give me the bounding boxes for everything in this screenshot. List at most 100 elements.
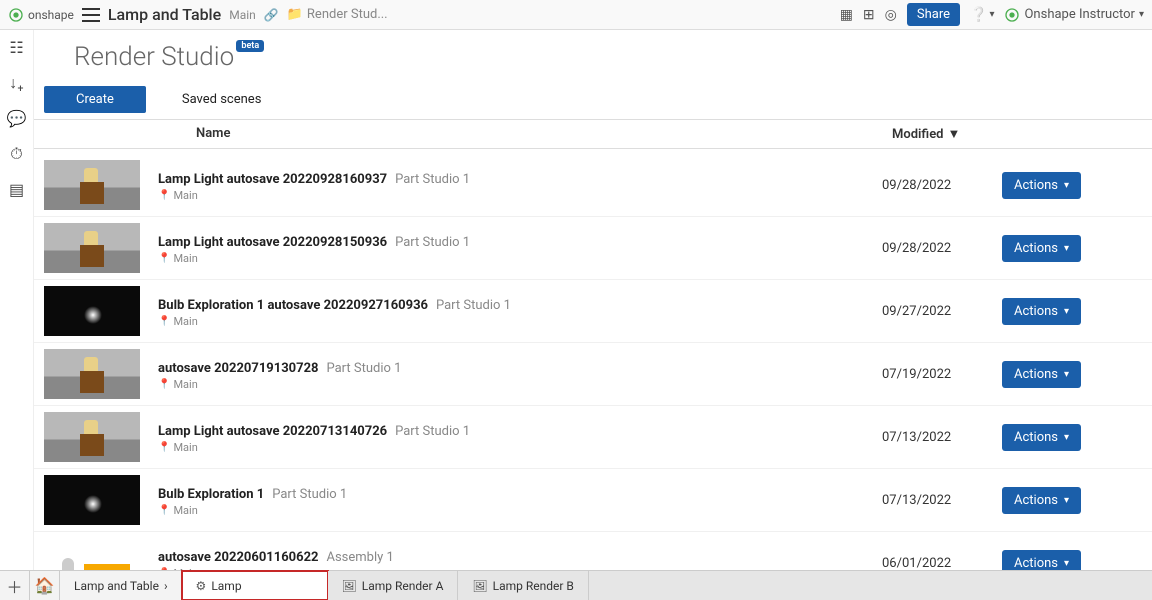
rail-doc-icon[interactable]: ▤ (9, 180, 24, 199)
column-modified-label: Modified (892, 127, 944, 142)
pin-icon: 📍 (158, 316, 170, 327)
pin-icon: 📍 (158, 379, 170, 390)
scenes-list[interactable]: Lamp Light autosave 20220928160937 Part … (34, 154, 1152, 570)
scene-subtitle: Assembly 1 (326, 550, 393, 565)
actions-button[interactable]: Actions ▾ (1002, 172, 1081, 199)
saved-scenes-tab[interactable]: Saved scenes (182, 92, 262, 107)
document-title[interactable]: Lamp and Table (108, 5, 221, 24)
page-title: Render Studio beta (74, 42, 234, 72)
scene-subtitle: Part Studio 1 (326, 361, 401, 376)
scene-title: Lamp Light autosave 20220713140726 (158, 424, 387, 439)
scene-thumbnail (44, 412, 140, 462)
caret-down-icon: ▾ (1064, 369, 1069, 380)
actions-label: Actions (1014, 430, 1058, 445)
breadcrumb-folder[interactable]: 📁 Render Stud... (287, 7, 388, 22)
rail-timer-icon[interactable]: ⏱ (10, 144, 22, 164)
scene-actions-cell: Actions ▾ (1002, 424, 1142, 451)
column-modified[interactable]: Modified ▼ (892, 126, 1012, 142)
tab-lamp-render-b[interactable]: 🖼 Lamp Render B (458, 571, 589, 600)
brand-logo[interactable]: onshape (8, 7, 74, 23)
scene-title: Bulb Exploration 1 autosave 202209271609… (158, 298, 428, 313)
grid-icon[interactable]: ▦ (840, 7, 853, 23)
tab-lamp-render-a[interactable]: 🖼 Lamp Render A (328, 571, 459, 600)
sort-desc-icon: ▼ (948, 126, 961, 142)
share-button[interactable]: Share (907, 3, 960, 26)
beta-badge: beta (236, 40, 264, 52)
scene-actions-cell: Actions ▾ (1002, 361, 1142, 388)
toolbar-row: Create Saved scenes (34, 80, 1152, 120)
scene-row[interactable]: autosave 20220719130728 Part Studio 1 📍 … (34, 343, 1152, 406)
create-button[interactable]: Create (44, 86, 146, 113)
home-tab-button[interactable]: 🏠 (30, 571, 60, 600)
tab-root-label: Lamp and Table (74, 579, 159, 593)
scene-branch: Main (173, 441, 197, 454)
scene-row[interactable]: Lamp Light autosave 20220713140726 Part … (34, 406, 1152, 469)
image-icon: 🖼 (342, 579, 357, 593)
scene-branch: Main (173, 189, 197, 202)
link-icon[interactable]: 🔗 (264, 8, 279, 22)
scene-title: Lamp Light autosave 20220928150936 (158, 235, 387, 250)
actions-button[interactable]: Actions ▾ (1002, 298, 1081, 325)
actions-button[interactable]: Actions ▾ (1002, 424, 1081, 451)
page-title-text: Render Studio (74, 42, 234, 72)
caret-down-icon: ▾ (1064, 306, 1069, 317)
tab-render-b-label: Lamp Render B (493, 579, 574, 593)
add-tab-button[interactable]: ＋ (0, 571, 30, 600)
scene-title: autosave 20220719130728 (158, 361, 319, 376)
menu-icon[interactable] (82, 8, 100, 22)
tab-lamp[interactable]: ⚙ Lamp (182, 571, 328, 600)
scene-meta: 📍 Main (158, 189, 882, 202)
user-menu[interactable]: Onshape Instructor ▾ (1004, 7, 1144, 23)
top-bar: onshape Lamp and Table Main 🔗 📁 Render S… (0, 0, 1152, 30)
target-icon[interactable]: ◎ (885, 7, 897, 23)
scene-subtitle: Part Studio 1 (272, 487, 347, 502)
actions-button[interactable]: Actions ▾ (1002, 487, 1081, 514)
scene-modified: 09/28/2022 (882, 241, 1002, 256)
folder-icon: 📁 (287, 7, 303, 22)
scene-title: Lamp Light autosave 20220928160937 (158, 172, 387, 187)
brand-text: onshape (28, 8, 74, 22)
scene-thumbnail (44, 475, 140, 525)
actions-label: Actions (1014, 241, 1058, 256)
table-header: Name Modified ▼ (34, 120, 1152, 149)
bottom-tab-bar: ＋ 🏠 Lamp and Table › ⚙ Lamp 🖼 Lamp Rende… (0, 570, 1152, 600)
scene-row[interactable]: Bulb Exploration 1 autosave 202209271609… (34, 280, 1152, 343)
scene-info: Lamp Light autosave 20220928160937 Part … (158, 168, 882, 202)
rail-add-icon[interactable]: ↓₊ (9, 73, 23, 93)
scene-modified: 09/27/2022 (882, 304, 1002, 319)
scene-row[interactable]: Lamp Light autosave 20220928150936 Part … (34, 217, 1152, 280)
caret-down-icon: ▾ (1064, 432, 1069, 443)
help-dropdown[interactable]: ❔ ▾ (970, 7, 994, 23)
tab-root[interactable]: Lamp and Table › (60, 571, 182, 600)
actions-label: Actions (1014, 304, 1058, 319)
scene-actions-cell: Actions ▾ (1002, 172, 1142, 199)
rail-comment-icon[interactable]: 💬 (7, 109, 27, 128)
pin-icon: 📍 (158, 442, 170, 453)
scene-row[interactable]: Bulb Exploration 1 Part Studio 1 📍 Main … (34, 469, 1152, 532)
rail-tree-icon[interactable]: ☷ (9, 38, 23, 57)
scene-modified: 06/01/2022 (882, 556, 1002, 571)
apps-icon[interactable]: ⊞ (863, 7, 875, 23)
scene-meta: 📍 Main (158, 315, 882, 328)
scene-thumbnail (44, 223, 140, 273)
scene-branch: Main (173, 378, 197, 391)
scene-info: Bulb Exploration 1 Part Studio 1 📍 Main (158, 483, 882, 517)
document-version[interactable]: Main (229, 8, 256, 22)
actions-button[interactable]: Actions ▾ (1002, 550, 1081, 571)
chevron-right-icon: › (164, 579, 168, 593)
column-name[interactable]: Name (196, 126, 892, 142)
actions-button[interactable]: Actions ▾ (1002, 235, 1081, 262)
scene-thumbnail (44, 160, 140, 210)
actions-button[interactable]: Actions ▾ (1002, 361, 1081, 388)
caret-down-icon: ▾ (1064, 243, 1069, 254)
scene-row[interactable]: autosave 20220601160622 Assembly 1 📍 Mai… (34, 532, 1152, 570)
user-name: Onshape Instructor (1024, 7, 1134, 22)
scene-subtitle: Part Studio 1 (395, 235, 470, 250)
scene-actions-cell: Actions ▾ (1002, 235, 1142, 262)
pin-icon: 📍 (158, 190, 170, 201)
scene-row[interactable]: Lamp Light autosave 20220928160937 Part … (34, 154, 1152, 217)
actions-label: Actions (1014, 556, 1058, 571)
gear-icon: ⚙ (196, 579, 207, 593)
scene-info: Bulb Exploration 1 autosave 202209271609… (158, 294, 882, 328)
caret-down-icon: ▾ (1064, 180, 1069, 191)
